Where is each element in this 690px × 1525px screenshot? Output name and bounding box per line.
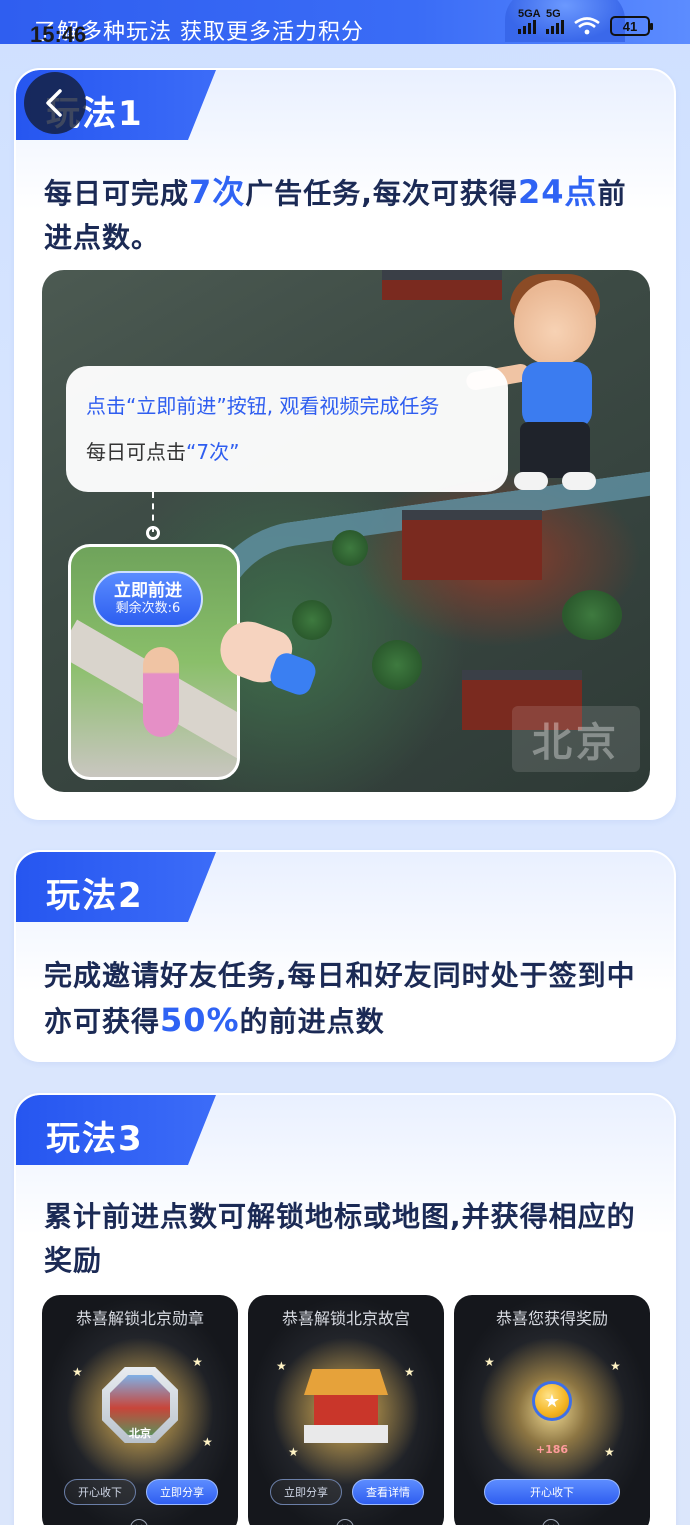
net-label-1: 5GA [518, 8, 541, 20]
battery-level: 41 [622, 18, 638, 34]
preview-title: 恭喜解锁北京勋章 [75, 1309, 204, 1328]
share-button[interactable]: 立即分享 [146, 1479, 218, 1505]
speech-instruction: 点击“立即前进”按钮, 观看视频完成任务 [86, 394, 440, 418]
speech-limit-count: “7次” [186, 440, 240, 464]
net-label-2: 5G [546, 8, 561, 20]
star-icon: ★ [72, 1365, 83, 1379]
tree [332, 530, 368, 566]
desc-text: 每日可完成 [44, 177, 190, 210]
badge-unlock-preview: 恭喜解锁北京勋章 ★ ★ ★ 北京 开心收下 立即分享 × [42, 1295, 238, 1525]
landmark-unlock-preview: 恭喜解锁北京故宫 ★ ★ ★ 立即分享 查看详情 × [248, 1295, 444, 1525]
forbidden-city-icon [304, 1369, 388, 1445]
close-icon[interactable]: × [336, 1519, 354, 1525]
preview-title: 恭喜您获得奖励 [495, 1309, 608, 1328]
badge-city-label: 北京 [129, 1427, 151, 1440]
star-icon: ★ [610, 1359, 621, 1373]
star-coin-icon: ★ [532, 1381, 572, 1421]
signal-icon: 5GA [518, 8, 541, 34]
view-details-button[interactable]: 查看详情 [352, 1479, 424, 1505]
speech-limit: 每日可点击“7次” [86, 436, 239, 465]
preview-title: 恭喜解锁北京故宫 [281, 1309, 410, 1328]
boy-mascot [464, 270, 622, 500]
reward-amount: +186 [535, 1443, 569, 1456]
palace-building [382, 270, 502, 300]
back-chevron-icon [46, 89, 62, 117]
palace-building [402, 510, 542, 580]
reward-previews: 恭喜解锁北京勋章 ★ ★ ★ 北京 开心收下 立即分享 × 恭喜解锁北京故宫 ★… [42, 1295, 652, 1525]
speech-limit-prefix: 每日可点击 [86, 440, 186, 464]
battery-icon: 41 [610, 16, 653, 36]
top-banner: 了解多种玩法 获取更多活力积分 15:46 5GA 5G 41 [0, 0, 690, 44]
desc-highlight: 24点 [517, 173, 598, 211]
card-title: 玩法3 [46, 1119, 144, 1159]
card-description: 每日可完成7次广告任务,每次可获得24点前进点数。 [44, 170, 654, 260]
share-button[interactable]: 立即分享 [270, 1479, 342, 1505]
close-icon[interactable]: × [542, 1519, 560, 1525]
card-description: 完成邀请好友任务,每日和好友同时处于签到中亦可获得50%的前进点数 [44, 954, 654, 1044]
accept-reward-button[interactable]: 开心收下 [484, 1479, 620, 1505]
phone-inset: 立即前进 剩余次数:6 [68, 544, 240, 780]
tree [372, 640, 422, 690]
desc-text: 累计前进点数可解锁地标或地图,并获得相应的奖励 [44, 1200, 636, 1277]
wifi-icon [574, 17, 600, 35]
go-forward-button[interactable]: 立即前进 剩余次数:6 [93, 571, 203, 627]
play-card-2: 玩法2 完成邀请好友任务,每日和好友同时处于签到中亦可获得50%的前进点数 [14, 850, 676, 1062]
card-title: 玩法2 [46, 876, 144, 916]
star-icon: ★ [192, 1355, 203, 1369]
desc-highlight: 7次 [189, 173, 246, 211]
desc-highlight: 50% [160, 1001, 240, 1039]
star-icon: ★ [484, 1355, 495, 1369]
go-forward-label: 立即前进 [114, 581, 182, 601]
girl-runner [143, 647, 179, 737]
remaining-count: 剩余次数:6 [115, 601, 181, 616]
tree [562, 590, 622, 640]
reward-preview: 恭喜您获得奖励 ★ ★ ★ ★ +186 开心收下 × [454, 1295, 650, 1525]
tutorial-illustration: 点击“立即前进”按钮, 观看视频完成任务 每日可点击“7次” 立即前进 剩余次数… [42, 270, 650, 792]
star-icon: ★ [404, 1365, 415, 1379]
desc-text: 的前进点数 [239, 1005, 385, 1038]
tap-hand-icon [212, 613, 319, 699]
card-description: 累计前进点数可解锁地标或地图,并获得相应的奖励 [44, 1195, 654, 1283]
pointer-dot [146, 526, 160, 540]
desc-text: 广告任务,每次可获得 [245, 177, 518, 210]
star-icon: ★ [288, 1445, 299, 1459]
status-time: 15:46 [30, 22, 87, 44]
back-button[interactable] [24, 72, 86, 134]
signal-icon: 5G [546, 8, 564, 34]
accept-button[interactable]: 开心收下 [64, 1479, 136, 1505]
play-card-1: 玩法1 每日可完成7次广告任务,每次可获得24点前进点数。 点击“立即前进”按钮… [14, 68, 676, 820]
close-icon[interactable]: × [130, 1519, 148, 1525]
city-stamp: 北京 [512, 706, 640, 772]
status-icons: 5GA 5G 41 [518, 8, 653, 36]
speech-bubble: 点击“立即前进”按钮, 观看视频完成任务 每日可点击“7次” [66, 366, 508, 492]
star-icon: ★ [276, 1359, 287, 1373]
play-card-3: 玩法3 累计前进点数可解锁地标或地图,并获得相应的奖励 恭喜解锁北京勋章 ★ ★… [14, 1093, 676, 1525]
